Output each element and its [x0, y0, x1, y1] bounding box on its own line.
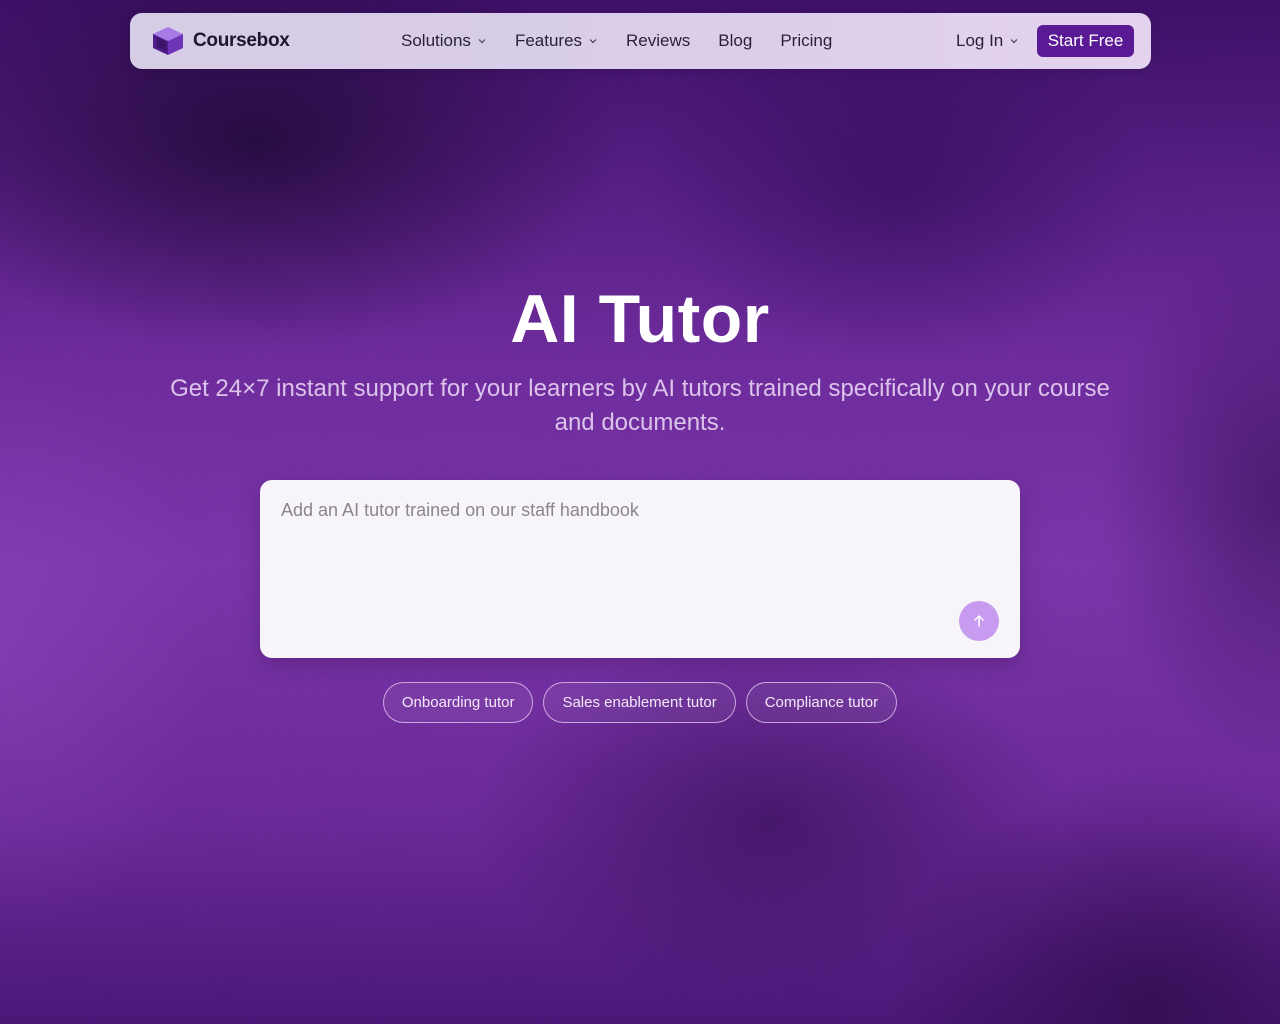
login-menu[interactable]: Log In: [956, 13, 1019, 69]
nav-item-blog[interactable]: Blog: [718, 31, 752, 51]
cube-logo-icon: [153, 27, 183, 55]
chip-sales-enablement-tutor[interactable]: Sales enablement tutor: [543, 682, 736, 723]
brand-name: Coursebox: [193, 30, 290, 51]
chevron-down-icon: [589, 39, 597, 44]
prompt-card: [260, 480, 1020, 658]
start-free-button[interactable]: Start Free: [1037, 25, 1134, 57]
nav-item-label: Solutions: [401, 31, 471, 50]
suggestion-chips: Onboarding tutor Sales enablement tutor …: [0, 682, 1280, 723]
login-label: Log In: [956, 31, 1004, 50]
brand-logo[interactable]: Coursebox: [150, 25, 290, 57]
top-navbar: Coursebox Solutions Features Reviews Blo…: [130, 13, 1151, 69]
nav-item-reviews[interactable]: Reviews: [626, 31, 690, 51]
nav-item-label: Blog: [718, 31, 753, 50]
prompt-input[interactable]: [281, 500, 981, 620]
nav-item-solutions[interactable]: Solutions: [401, 31, 487, 51]
main-nav: Solutions Features Reviews Blog Pricing: [401, 13, 860, 69]
nav-item-label: Pricing: [780, 31, 833, 50]
nav-item-pricing[interactable]: Pricing: [780, 31, 832, 51]
send-button[interactable]: [959, 601, 999, 641]
chevron-down-icon: [1010, 39, 1018, 44]
page-title: AI Tutor: [510, 281, 770, 357]
nav-item-features[interactable]: Features: [515, 31, 598, 51]
chevron-down-icon: [478, 39, 486, 44]
nav-item-label: Features: [514, 31, 583, 50]
arrow-up-icon: [974, 615, 984, 627]
hero-subtitle: Get 24×7 instant support for your learne…: [170, 375, 1110, 436]
nav-item-label: Reviews: [626, 31, 691, 50]
chip-onboarding-tutor[interactable]: Onboarding tutor: [382, 682, 534, 723]
chip-compliance-tutor[interactable]: Compliance tutor: [745, 682, 898, 723]
